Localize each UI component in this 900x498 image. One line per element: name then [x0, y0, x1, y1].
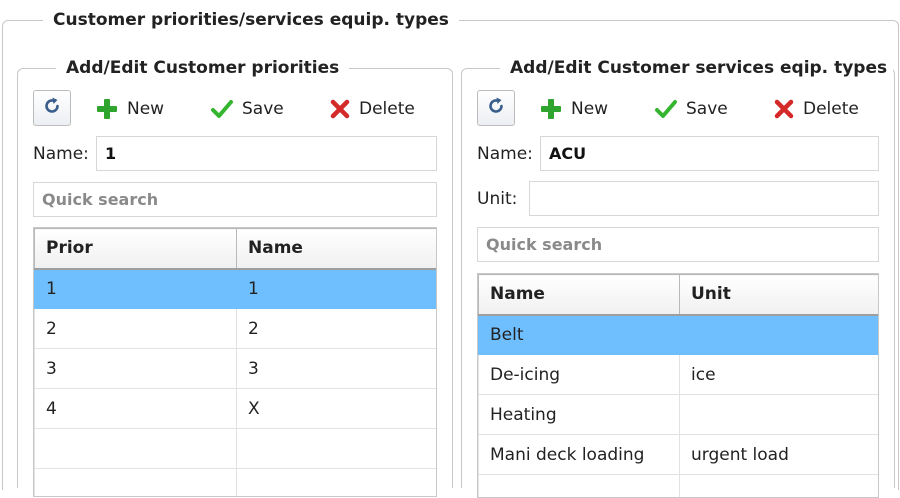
table-cell: Heating	[479, 395, 680, 435]
priorities-save-label: Save	[242, 99, 284, 119]
services-table: NameUnit BeltDe-icingiceHeatingMani deck…	[477, 273, 879, 498]
table-cell	[479, 475, 680, 498]
table-cell: ice	[680, 355, 879, 395]
table-row[interactable]	[35, 469, 437, 498]
table-row[interactable]: Belt	[479, 315, 879, 355]
table-row[interactable]: 11	[35, 269, 437, 309]
table-cell	[680, 475, 879, 498]
plus-icon	[540, 98, 562, 120]
outer-panel-title: Customer priorities/services equip. type…	[43, 9, 459, 31]
table-cell: 3	[237, 349, 437, 389]
table-cell: X	[237, 389, 437, 429]
priorities-delete-button[interactable]: Delete	[330, 94, 415, 124]
table-cell: Belt	[479, 315, 680, 355]
table-cell	[680, 395, 879, 435]
services-table-header: NameUnit	[479, 275, 879, 315]
services-search-input[interactable]	[477, 227, 879, 262]
priorities-panel: Add/Edit Customer priorities New Save	[17, 68, 453, 488]
x-icon	[774, 99, 794, 119]
services-new-button[interactable]: New	[540, 94, 608, 124]
x-icon	[330, 99, 350, 119]
table-cell: 1	[35, 269, 237, 309]
priorities-name-input[interactable]	[96, 136, 437, 171]
priorities-table-header: PriorName	[35, 229, 437, 269]
priorities-search-input[interactable]	[33, 182, 437, 217]
plus-icon	[96, 98, 118, 120]
services-panel-title: Add/Edit Customer services eqip. types	[500, 57, 893, 79]
services-new-label: New	[571, 99, 608, 119]
column-header[interactable]: Prior	[35, 229, 237, 269]
table-cell: 2	[35, 309, 237, 349]
refresh-icon	[41, 95, 63, 122]
priorities-table: PriorName 1122334X	[33, 227, 437, 497]
table-cell	[237, 469, 437, 498]
column-header[interactable]: Name	[479, 275, 680, 315]
priorities-name-label: Name:	[33, 144, 89, 164]
priorities-save-button[interactable]: Save	[211, 94, 284, 124]
checkmark-icon	[655, 98, 677, 120]
table-row[interactable]: Mani deck loadingurgent load	[479, 435, 879, 475]
table-cell: 3	[35, 349, 237, 389]
table-row[interactable]: 22	[35, 309, 437, 349]
table-row[interactable]: 4X	[35, 389, 437, 429]
table-cell	[237, 429, 437, 469]
services-save-label: Save	[686, 99, 728, 119]
table-cell: 4	[35, 389, 237, 429]
table-row[interactable]: 33	[35, 349, 437, 389]
checkmark-icon	[211, 98, 233, 120]
services-save-button[interactable]: Save	[655, 94, 728, 124]
services-name-label: Name:	[477, 144, 533, 164]
table-row[interactable]: De-icingice	[479, 355, 879, 395]
priorities-refresh-button[interactable]	[33, 90, 71, 126]
services-refresh-button[interactable]	[477, 90, 515, 126]
services-delete-button[interactable]: Delete	[774, 94, 859, 124]
table-cell	[35, 429, 237, 469]
table-cell	[680, 315, 879, 355]
table-cell: De-icing	[479, 355, 680, 395]
priorities-delete-label: Delete	[359, 99, 415, 119]
services-unit-input[interactable]	[529, 181, 879, 216]
table-cell: Mani deck loading	[479, 435, 680, 475]
table-cell	[35, 469, 237, 498]
refresh-icon	[485, 95, 507, 122]
services-panel: Add/Edit Customer services eqip. types N…	[461, 68, 895, 488]
priorities-new-button[interactable]: New	[96, 94, 164, 124]
services-delete-label: Delete	[803, 99, 859, 119]
table-cell: 1	[237, 269, 437, 309]
table-row[interactable]	[479, 475, 879, 498]
column-header[interactable]: Unit	[680, 275, 879, 315]
priorities-panel-title: Add/Edit Customer priorities	[56, 57, 349, 79]
column-header[interactable]: Name	[237, 229, 437, 269]
table-cell: urgent load	[680, 435, 879, 475]
services-unit-label: Unit:	[477, 189, 517, 209]
services-name-input[interactable]	[540, 136, 879, 171]
table-row[interactable]: Heating	[479, 395, 879, 435]
table-row[interactable]	[35, 429, 437, 469]
table-cell: 2	[237, 309, 437, 349]
priorities-new-label: New	[127, 99, 164, 119]
